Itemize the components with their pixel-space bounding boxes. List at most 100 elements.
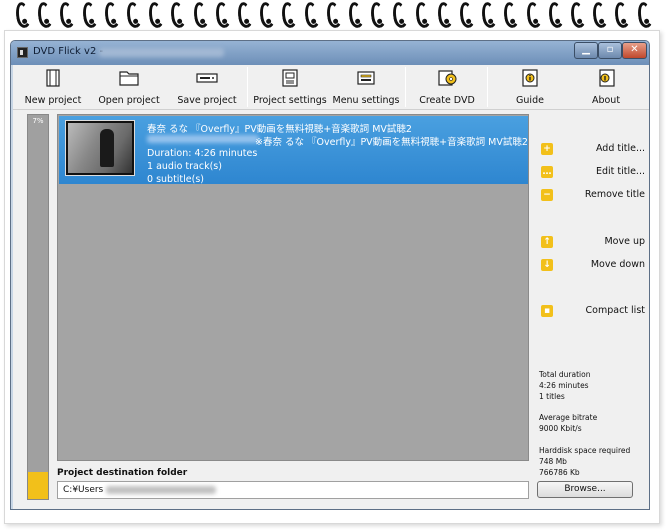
- spiral-ring: [346, 0, 366, 30]
- spiral-ring: [524, 0, 543, 30]
- remove-title-label: Remove title: [584, 189, 645, 200]
- spiral-ring: [457, 0, 477, 30]
- redacted-path: [106, 485, 217, 494]
- title-bar[interactable]: DVD Flick v2 - ▁ ▫ ✕: [11, 41, 649, 65]
- spiral-ring: [102, 0, 121, 30]
- title-name: 春奈 るな 『Overfly』PV動画を無料視聴+音楽歌詞 MV試聴2: [147, 124, 412, 135]
- spiral-ring: [147, 0, 166, 30]
- toolbar: New project Open project Save project Pr…: [13, 65, 649, 110]
- total-duration-info: Total duration 4:26 minutes 1 titles: [539, 369, 590, 402]
- title-subtitles: 0 subtitle(s): [147, 174, 204, 184]
- spiral-ring: [280, 0, 299, 30]
- create-dvd-button[interactable]: Create DVD: [413, 69, 481, 107]
- spiral-ring: [502, 0, 521, 30]
- save-project-button[interactable]: Save project: [175, 69, 239, 107]
- project-size-fill: [28, 472, 48, 499]
- move-down-button[interactable]: ↓ Move down: [537, 257, 647, 275]
- about-button[interactable]: About: [573, 69, 639, 107]
- menu-settings-icon: [357, 71, 375, 85]
- harddisk-space-kb: 766786 Kb: [539, 468, 580, 477]
- about-icon: [599, 69, 615, 87]
- spiral-ring: [191, 0, 210, 30]
- move-down-label: Move down: [590, 259, 645, 270]
- open-project-label: Open project: [98, 95, 160, 106]
- spiral-ring: [213, 0, 232, 30]
- spiral-ring: [324, 0, 343, 30]
- spiral-ring: [635, 0, 654, 30]
- compact-list-button[interactable]: ▪ Compact list: [537, 303, 647, 321]
- spiral-ring: [369, 0, 388, 30]
- destination-path-text: C:¥Users: [63, 485, 104, 495]
- new-project-icon: [46, 69, 60, 87]
- add-title-label: Add title...: [595, 143, 645, 154]
- project-size-meter: 7%: [27, 114, 49, 500]
- about-label: About: [591, 95, 621, 106]
- create-dvd-icon: [438, 70, 457, 86]
- arrow-down-icon: ↓: [541, 259, 553, 271]
- save-project-label: Save project: [177, 95, 237, 106]
- minimize-button[interactable]: ▁: [574, 42, 598, 59]
- compact-list-label: Compact list: [585, 305, 645, 316]
- project-settings-label: Project settings: [253, 95, 327, 106]
- spiral-ring: [480, 0, 499, 30]
- total-duration-value: 4:26 minutes: [539, 381, 589, 390]
- new-project-label: New project: [24, 95, 82, 106]
- spiral-ring: [36, 0, 55, 30]
- spiral-binding: [0, 0, 666, 34]
- maximize-button[interactable]: ▫: [598, 42, 622, 59]
- guide-button[interactable]: Guide: [497, 69, 563, 107]
- spiral-ring: [413, 0, 432, 30]
- close-button[interactable]: ✕: [622, 42, 647, 59]
- app-window: DVD Flick v2 - ▁ ▫ ✕ New project Open pr…: [10, 40, 650, 510]
- edit-title-button[interactable]: … Edit title...: [537, 164, 647, 182]
- spiral-ring: [591, 0, 610, 30]
- edit-title-label: Edit title...: [595, 166, 645, 177]
- window-title: DVD Flick v2 -: [33, 46, 104, 57]
- average-bitrate-label: Average bitrate: [539, 413, 598, 422]
- spiral-ring: [613, 0, 632, 30]
- compact-list-icon: ▪: [541, 305, 553, 317]
- minus-icon: −: [541, 189, 553, 201]
- add-title-button[interactable]: + Add title...: [537, 141, 647, 159]
- redacted-title: [99, 48, 224, 57]
- new-project-button[interactable]: New project: [21, 69, 85, 107]
- spiral-ring: [546, 0, 565, 30]
- remove-title-button[interactable]: − Remove title: [537, 187, 647, 205]
- toolbar-separator: [487, 67, 488, 107]
- spiral-ring: [80, 0, 99, 30]
- harddisk-space-info: Harddisk space required 748 Mb 766786 Kb: [539, 445, 630, 478]
- client-area: New project Open project Save project Pr…: [13, 65, 649, 509]
- harddisk-space-label: Harddisk space required: [539, 446, 631, 455]
- average-bitrate-value: 9000 Kbit/s: [539, 424, 582, 433]
- spiral-ring: [302, 0, 321, 30]
- guide-label: Guide: [516, 95, 544, 106]
- app-icon: [17, 47, 28, 58]
- project-settings-icon: [282, 69, 298, 87]
- plus-icon: +: [541, 143, 553, 155]
- move-up-button[interactable]: ↑ Move up: [537, 234, 647, 252]
- harddisk-space-mb: 748 Mb: [539, 457, 567, 466]
- open-project-button[interactable]: Open project: [97, 69, 161, 107]
- spiral-ring: [391, 0, 410, 30]
- project-settings-button[interactable]: Project settings: [253, 69, 327, 107]
- move-up-label: Move up: [604, 236, 645, 247]
- spiral-ring: [568, 0, 588, 30]
- menu-settings-label: Menu settings: [332, 95, 400, 106]
- title-list[interactable]: 春奈 るな 『Overfly』PV動画を無料視聴+音楽歌詞 MV試聴2 ※春奈 …: [57, 114, 529, 461]
- destination-folder-input[interactable]: C:¥Users: [57, 481, 529, 499]
- spiral-ring: [58, 0, 77, 30]
- menu-settings-button[interactable]: Menu settings: [331, 69, 401, 107]
- ellipsis-icon: …: [541, 166, 553, 178]
- project-size-percent: 7%: [32, 117, 44, 125]
- browse-button[interactable]: Browse...: [537, 481, 633, 498]
- redacted-path: [147, 135, 259, 143]
- spiral-ring: [435, 0, 454, 30]
- title-list-item[interactable]: 春奈 るな 『Overfly』PV動画を無料視聴+音楽歌詞 MV試聴2 ※春奈 …: [59, 116, 528, 184]
- titles-count: 1 titles: [539, 392, 565, 401]
- title-duration: Duration: 4:26 minutes: [147, 148, 258, 159]
- destination-folder-label: Project destination folder: [57, 468, 188, 478]
- save-drive-icon: [196, 73, 218, 83]
- spiral-ring: [13, 0, 33, 30]
- title-audio-tracks: 1 audio track(s): [147, 161, 222, 172]
- guide-book-icon: [522, 69, 538, 87]
